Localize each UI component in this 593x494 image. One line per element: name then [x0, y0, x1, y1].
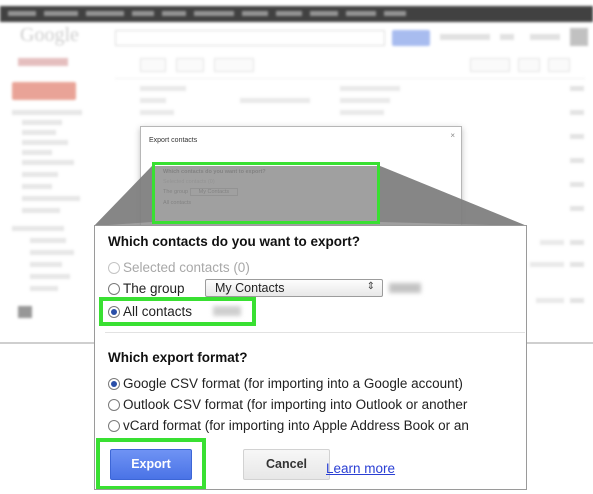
small-dialog-title: Export contacts — [149, 137, 198, 144]
contact-row[interactable] — [536, 298, 564, 303]
contact-row[interactable] — [140, 98, 166, 103]
contact-row[interactable] — [540, 240, 564, 245]
radio-vcard[interactable] — [108, 419, 120, 432]
all-contacts-highlight — [99, 297, 256, 326]
contact-row[interactable] — [340, 110, 384, 115]
contacts-question: Which contacts do you want to export? — [108, 234, 361, 249]
google-logo[interactable]: Google — [20, 24, 79, 47]
export-dialog-zoomed: Which contacts do you want to export? Se… — [94, 225, 527, 490]
contact-row[interactable] — [140, 110, 174, 115]
select-arrows-icon: ⇕ — [366, 281, 375, 292]
export-button-highlight — [96, 438, 206, 489]
small-question: Which contacts do you want to export? — [163, 169, 266, 175]
learn-more-link[interactable]: Learn more — [326, 461, 395, 476]
sidebar-item[interactable] — [30, 286, 58, 291]
contact-row[interactable] — [340, 86, 400, 91]
close-icon[interactable]: × — [450, 131, 455, 140]
settings-button[interactable] — [548, 58, 570, 72]
sidebar-item[interactable] — [12, 226, 64, 231]
sidebar-item[interactable] — [22, 140, 68, 145]
small-dialog-highlight: Which contacts do you want to export? Se… — [152, 162, 380, 224]
sidebar-item[interactable] — [22, 130, 56, 135]
new-contact-button[interactable] — [12, 82, 76, 100]
option-group-label: The group — [123, 281, 185, 296]
option-selected-contacts-label: Selected contacts (0) — [123, 260, 250, 275]
sidebar-item[interactable] — [12, 110, 82, 115]
small-group-select: My Contacts — [189, 188, 239, 196]
radio-selected-contacts — [108, 261, 120, 274]
small-option-group: The group My Contacts — [163, 188, 239, 196]
format-question: Which export format? — [108, 350, 248, 365]
option-group[interactable]: The group — [108, 281, 185, 296]
sidebar-item[interactable] — [22, 172, 58, 177]
sidebar-item[interactable] — [22, 208, 60, 213]
option-outlook-csv-label: Outlook CSV format (for importing into O… — [123, 397, 468, 412]
header-item — [530, 34, 560, 40]
small-option-group-label: The group — [163, 189, 189, 195]
sidebar-item[interactable] — [22, 160, 74, 165]
radio-outlook-csv[interactable] — [108, 398, 120, 411]
group-count-blurred — [389, 283, 421, 293]
account-email — [440, 34, 490, 40]
divider — [105, 332, 525, 333]
contact-row[interactable] — [240, 98, 310, 103]
contacts-label[interactable] — [18, 58, 68, 66]
sidebar-item[interactable] — [22, 196, 80, 201]
pagination[interactable] — [470, 58, 510, 72]
sidebar-item[interactable] — [22, 150, 52, 155]
contact-row[interactable] — [140, 86, 186, 91]
group-select-value: My Contacts — [215, 281, 285, 295]
sidebar-item[interactable] — [30, 262, 62, 267]
sidebar-item[interactable] — [30, 274, 70, 279]
avatar[interactable] — [570, 28, 588, 46]
option-google-csv-label: Google CSV format (for importing into a … — [123, 376, 463, 391]
sidebar-item[interactable] — [22, 184, 52, 189]
header-item — [500, 34, 514, 40]
chat-status-icon[interactable] — [18, 306, 32, 318]
sidebar-item[interactable] — [30, 250, 74, 255]
search-input[interactable] — [115, 30, 385, 46]
contact-row[interactable] — [340, 98, 390, 103]
group-select[interactable]: My Contacts ⇕ — [205, 279, 383, 297]
contact-row[interactable] — [530, 262, 564, 267]
search-button[interactable] — [392, 30, 430, 46]
select-button[interactable] — [140, 58, 166, 72]
more-button[interactable] — [214, 58, 254, 72]
option-google-csv[interactable]: Google CSV format (for importing into a … — [108, 376, 463, 391]
option-outlook-csv[interactable]: Outlook CSV format (for importing into O… — [108, 397, 467, 412]
google-top-bar — [0, 6, 593, 22]
small-option-all: All contacts — [163, 200, 192, 206]
prev-page-button[interactable] — [518, 58, 540, 72]
toolbar-button[interactable] — [176, 58, 204, 72]
sidebar-item[interactable] — [30, 238, 66, 243]
cancel-button[interactable]: Cancel — [243, 449, 330, 480]
option-vcard[interactable]: vCard format (for importing into Apple A… — [108, 418, 469, 433]
small-option-selected: Selected contacts (0) — [163, 179, 215, 185]
option-selected-contacts: Selected contacts (0) — [108, 260, 250, 275]
sidebar-item[interactable] — [22, 120, 62, 125]
radio-group[interactable] — [108, 282, 120, 295]
radio-google-csv[interactable] — [108, 377, 120, 390]
option-vcard-label: vCard format (for importing into Apple A… — [123, 418, 469, 433]
